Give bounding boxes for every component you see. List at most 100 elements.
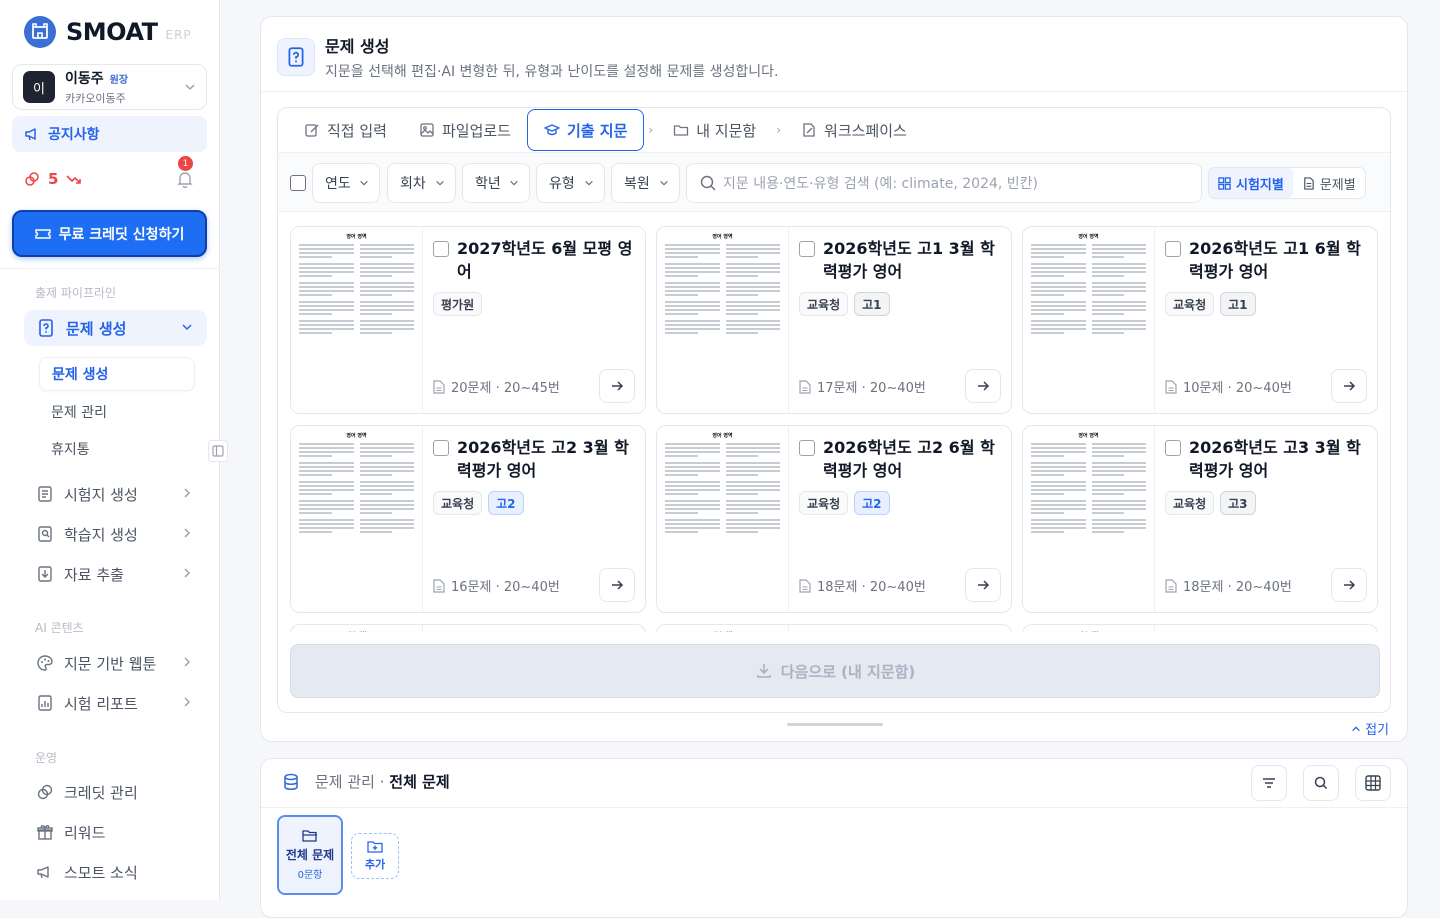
open-exam-button[interactable]	[599, 369, 635, 403]
filter-round[interactable]: 회차	[387, 163, 456, 203]
add-folder-button[interactable]: 추가	[351, 833, 399, 879]
search-input[interactable]: 지문 내용·연도·유형 검색 (예: climate, 2024, 빈칸)	[686, 163, 1202, 203]
tab-label: 내 지문함	[696, 121, 757, 140]
exam-tag: 고2	[488, 491, 524, 515]
thumbnail-header: 영어 영역	[1078, 234, 1099, 240]
exam-card[interactable]: 영어 영역 2026학년도 고3 3월 학력평가 영어 교육청 고3 18문제 · 20…	[1022, 425, 1378, 613]
card-checkbox[interactable]	[1165, 241, 1181, 257]
view-label: 시험지별	[1236, 177, 1284, 193]
folder-all-questions[interactable]: 전체 문제 0문항	[277, 815, 343, 895]
brand-logo[interactable]: SMOAT ERP	[24, 16, 192, 48]
next-button-label: 다음으로 (내 지문함)	[780, 662, 916, 681]
filter-restore[interactable]: 복원	[611, 163, 680, 203]
nav-worksheet[interactable]: 학습지 생성	[24, 516, 207, 552]
nav-extract[interactable]: 자료 추출	[24, 556, 207, 592]
filter-label: 유형	[549, 176, 575, 192]
next-button[interactable]: 다음으로 (내 지문함)	[290, 644, 1380, 698]
folder-count: 0문항	[297, 870, 323, 881]
card-checkbox[interactable]	[799, 440, 815, 456]
nav-generate[interactable]: 문제 생성	[24, 310, 207, 346]
filter-year[interactable]: 연도	[312, 163, 380, 203]
notice-button[interactable]: 공지사항	[12, 116, 207, 152]
divider	[0, 268, 220, 269]
exam-title: 2026학년도 고1 6월 학력평가 영어	[1189, 239, 1361, 281]
brand-name: SMOAT	[66, 18, 158, 46]
filter-label: 회차	[400, 176, 426, 192]
exam-card[interactable]: 영어 영역 2026학년도 고2 6월 학력평가 영어 교육청 고2 18문제 · 20…	[656, 425, 1012, 613]
notification-button[interactable]: 1	[177, 156, 193, 188]
chevron-right-icon	[184, 528, 191, 538]
nav-worksheet-label: 학습지 생성	[64, 525, 138, 544]
trend-down-icon	[66, 175, 82, 184]
card-checkbox[interactable]	[1165, 440, 1181, 456]
open-exam-button[interactable]	[1331, 369, 1367, 403]
tab-direct-input[interactable]: 직접 입력	[288, 110, 403, 150]
open-exam-button[interactable]	[965, 369, 1001, 403]
exam-card[interactable]: 영어 영역 2026학년도 고1 6월 학력평가 영어 교육청 고1 10문제 · 20…	[1022, 226, 1378, 414]
sub-generate[interactable]: 문제 생성	[39, 357, 195, 391]
filter-bar: 연도 회차 학년 유형 복원 지문 내용·연도·유형 검색 (예: climat…	[278, 152, 1390, 212]
document-icon	[433, 578, 445, 593]
open-exam-button[interactable]	[965, 568, 1001, 602]
tab-file-upload[interactable]: 파일업로드	[403, 110, 527, 150]
card-checkbox[interactable]	[433, 241, 449, 257]
avatar: 이	[23, 71, 55, 103]
select-all-checkbox[interactable]	[290, 175, 306, 191]
nav-news[interactable]: 스모트 소식	[24, 854, 207, 890]
open-exam-button[interactable]	[599, 568, 635, 602]
user-academy: 카카오이동주	[65, 92, 126, 105]
page-title: 문제 생성	[325, 37, 390, 56]
nav-exam[interactable]: 시험지 생성	[24, 476, 207, 512]
exam-card-partial[interactable]: 영어 영역	[656, 624, 1012, 632]
section-label-pipeline: 출제 파이프라인	[35, 286, 117, 300]
ticket-icon	[34, 228, 51, 239]
gem-icon	[25, 172, 39, 186]
exam-card[interactable]: 영어 영역 2026학년도 고2 3월 학력평가 영어 교육청 고2 16문제 · 20…	[290, 425, 646, 613]
nav-report[interactable]: 시험 리포트	[24, 685, 207, 721]
exam-tag: 교육청	[799, 292, 849, 316]
folder-plus-icon	[367, 841, 383, 853]
chevron-down-icon	[182, 324, 192, 331]
tab-past-passages[interactable]: 기출 지문	[526, 109, 645, 151]
breadcrumb-current: 전체 문제	[389, 773, 450, 791]
fold-button[interactable]: 접기	[1351, 719, 1389, 738]
arrow-right-icon	[978, 580, 990, 590]
grid-icon	[1218, 176, 1231, 190]
filter-type[interactable]: 유형	[536, 163, 605, 203]
exam-card-partial[interactable]: 영어 영역	[290, 624, 646, 632]
arrow-right-icon	[1344, 381, 1356, 391]
tab-workspace[interactable]: 워크스페이스	[785, 110, 923, 150]
scrollbar[interactable]	[787, 723, 883, 726]
exam-card-partial[interactable]: 영어 영역	[1022, 624, 1378, 632]
sidebar-collapse-button[interactable]	[208, 440, 228, 462]
nav-webtoon[interactable]: 지문 기반 웹툰	[24, 645, 207, 681]
tab-my-passages[interactable]: 내 지문함	[657, 110, 772, 150]
sub-manage[interactable]: 문제 관리	[39, 395, 195, 429]
view-by-exam-button[interactable]: 시험지별	[1209, 168, 1293, 198]
chevron-right-icon: ›	[648, 123, 654, 137]
nav-reward[interactable]: 리워드	[24, 814, 207, 850]
free-credit-button[interactable]: 무료 크레딧 신청하기	[12, 210, 207, 257]
exam-title: 2026학년도 고1 3월 학력평가 영어	[823, 239, 995, 281]
filter-button[interactable]	[1251, 765, 1287, 801]
exam-card[interactable]: 영어 영역 2026학년도 고1 3월 학력평가 영어 교육청 고1 17문제 · 20…	[656, 226, 1012, 414]
filter-grade[interactable]: 학년	[462, 163, 530, 203]
bell-icon	[177, 172, 193, 188]
nav-exam-label: 시험지 생성	[64, 485, 138, 504]
exam-title: 2026학년도 고2 6월 학력평가 영어	[823, 438, 995, 480]
chevron-down-icon	[585, 180, 593, 186]
open-exam-button[interactable]	[1331, 568, 1367, 602]
search-button[interactable]	[1303, 765, 1339, 801]
exam-card[interactable]: 영어 영역 2027학년도 6월 모평 영어 평가원 20문제 · 20~45번	[290, 226, 646, 414]
database-icon	[284, 773, 298, 790]
nav-credit[interactable]: 크레딧 관리	[24, 774, 207, 810]
source-selector: 직접 입력 파일업로드 기출 지문 › 내 지문함 › 워크스페이스 연도 회차…	[277, 107, 1391, 713]
thumbnail-header: 영어 영역	[1031, 631, 1146, 632]
sub-trash[interactable]: 휴지통	[39, 432, 195, 466]
table-view-button[interactable]	[1355, 765, 1391, 801]
card-checkbox[interactable]	[433, 440, 449, 456]
card-checkbox[interactable]	[799, 241, 815, 257]
exam-meta: 20문제 · 20~45번	[433, 377, 560, 396]
user-card[interactable]: 이 이동주 원장 카카오이동주	[12, 64, 207, 110]
view-by-question-button[interactable]: 문제별	[1293, 168, 1365, 198]
